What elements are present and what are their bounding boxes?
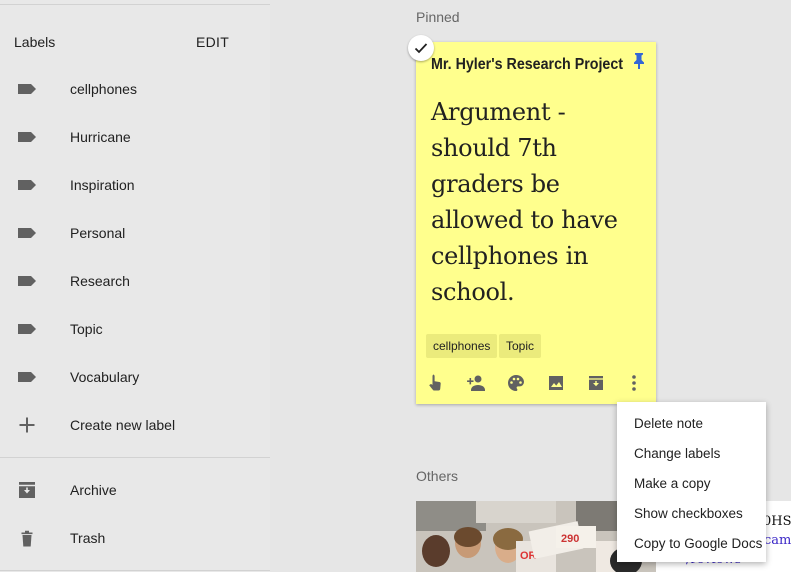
pinned-note-card[interactable]: Mr. Hyler's Research Project Argument - … [416, 42, 656, 404]
sidebar-item-hurricane[interactable]: Hurricane [0, 117, 270, 157]
sidebar-item-label: cellphones [70, 81, 137, 97]
divider [0, 4, 270, 5]
label-icon [18, 84, 36, 94]
sidebar-item-label: Inspiration [70, 177, 135, 193]
archive-icon [19, 482, 35, 498]
plus-icon [19, 417, 35, 433]
sidebar-item-research[interactable]: Research [0, 261, 270, 301]
select-note-checkbox[interactable] [408, 35, 434, 61]
sidebar-item-label: Research [70, 273, 130, 289]
more-vert-icon[interactable] [624, 373, 644, 393]
sidebar-item-cellphones[interactable]: cellphones [0, 69, 270, 109]
sidebar-item-topic[interactable]: Topic [0, 309, 270, 349]
label-icon [18, 228, 36, 238]
label-chip-topic[interactable]: Topic [499, 334, 542, 358]
palette-icon[interactable] [506, 373, 526, 393]
reminder-icon[interactable] [426, 373, 446, 393]
sidebar-item-label: Trash [70, 530, 106, 546]
create-new-label-text: Create new label [70, 417, 176, 433]
label-icon [18, 180, 36, 190]
snippet-text: 0HS [763, 514, 791, 529]
others-section-label: Others [416, 468, 459, 484]
label-icon [18, 372, 36, 382]
trash-icon [21, 530, 33, 547]
menu-item-make-a-copy[interactable]: Make a copy [634, 476, 711, 491]
labels-header: Labels EDIT [0, 30, 270, 54]
collaborator-icon[interactable] [466, 373, 486, 393]
label-icon [18, 132, 36, 142]
labels-title: Labels [14, 34, 56, 50]
label-chip-cellphones[interactable]: cellphones [426, 334, 498, 358]
create-new-label-button[interactable]: Create new label [0, 405, 270, 445]
menu-item-show-checkboxes[interactable]: Show checkboxes [634, 506, 743, 521]
pinned-section-label: Pinned [416, 9, 460, 25]
edit-labels-button[interactable]: EDIT [196, 34, 229, 50]
menu-item-change-labels[interactable]: Change labels [634, 446, 720, 461]
sidebar-item-trash[interactable]: Trash [0, 518, 270, 558]
sidebar-item-vocabulary[interactable]: Vocabulary [0, 357, 270, 397]
divider [0, 457, 270, 458]
sidebar-item-archive[interactable]: Archive [0, 470, 270, 510]
label-icon [18, 324, 36, 334]
note-title: Mr. Hyler's Research Project [431, 56, 624, 73]
sidebar: Labels EDIT cellphones Hurricane Inspira… [0, 0, 270, 572]
menu-item-copy-to-google-docs[interactable]: Copy to Google Docs [634, 536, 762, 551]
sidebar-item-label: Topic [70, 321, 103, 337]
sidebar-item-inspiration[interactable]: Inspiration [0, 165, 270, 205]
svg-text:290: 290 [561, 533, 579, 545]
menu-item-delete-note[interactable]: Delete note [634, 416, 703, 431]
sidebar-item-label: Archive [70, 482, 117, 498]
image-icon[interactable] [546, 373, 566, 393]
note-body: Argument - should 7th graders be allowed… [431, 98, 618, 306]
note-context-menu: Delete note Change labels Make a copy Sh… [617, 402, 766, 562]
pin-icon[interactable] [632, 52, 646, 70]
sidebar-item-label: Hurricane [70, 129, 131, 145]
archive-icon[interactable] [586, 373, 606, 393]
sidebar-item-label: Personal [70, 225, 126, 241]
check-icon [414, 43, 428, 54]
label-icon [18, 276, 36, 286]
sidebar-item-label: Vocabulary [70, 369, 140, 385]
snippet-link[interactable]: cam [764, 533, 791, 548]
sidebar-item-personal[interactable]: Personal [0, 213, 270, 253]
divider [0, 570, 270, 571]
